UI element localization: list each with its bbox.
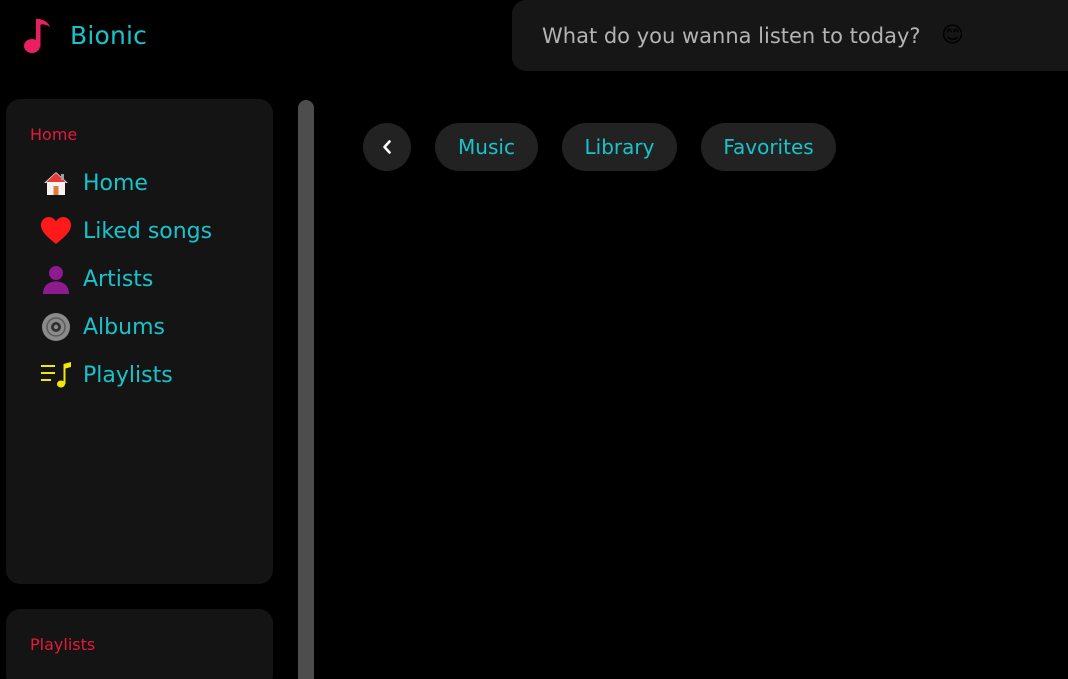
person-icon xyxy=(40,263,72,295)
tab-library[interactable]: Library xyxy=(562,123,677,171)
sidebar-item-playlists[interactable]: Playlists xyxy=(40,345,212,405)
disc-icon xyxy=(40,311,72,343)
sidebar-section-label: Home xyxy=(30,125,78,144)
sidebar-item-label: Playlists xyxy=(83,362,173,388)
back-button[interactable] xyxy=(363,123,411,171)
music-note-icon xyxy=(24,19,50,53)
search-input[interactable] xyxy=(542,23,942,48)
sidebar-item-label: Albums xyxy=(83,314,165,340)
sidebar-item-label: Home xyxy=(83,170,148,196)
tab-favorites[interactable]: Favorites xyxy=(701,123,836,171)
heart-icon xyxy=(40,215,72,247)
chevron-left-icon xyxy=(383,140,391,154)
smiling-face-icon: 😊 xyxy=(941,22,964,48)
playlists-section-label: Playlists xyxy=(30,635,96,654)
tab-music[interactable]: Music xyxy=(435,123,538,171)
house-icon xyxy=(40,167,72,199)
brand[interactable]: Bionic xyxy=(22,14,147,56)
app-title: Bionic xyxy=(70,20,148,50)
sidebar-scrollbar[interactable] xyxy=(298,100,314,679)
playlists-panel: Playlists xyxy=(6,609,273,679)
sidebar-nav: Home Liked songs Artists Albums Playlist… xyxy=(40,165,212,405)
app-root: Bionic 😊 Home Home xyxy=(0,0,1068,679)
sidebar: Home Home Liked songs Artists Albums Pla… xyxy=(6,99,273,584)
sidebar-item-label: Artists xyxy=(83,266,154,292)
sidebar-item-label: Liked songs xyxy=(83,218,213,244)
playlist-icon xyxy=(40,359,72,391)
search-bar[interactable]: 😊 xyxy=(512,0,1068,71)
